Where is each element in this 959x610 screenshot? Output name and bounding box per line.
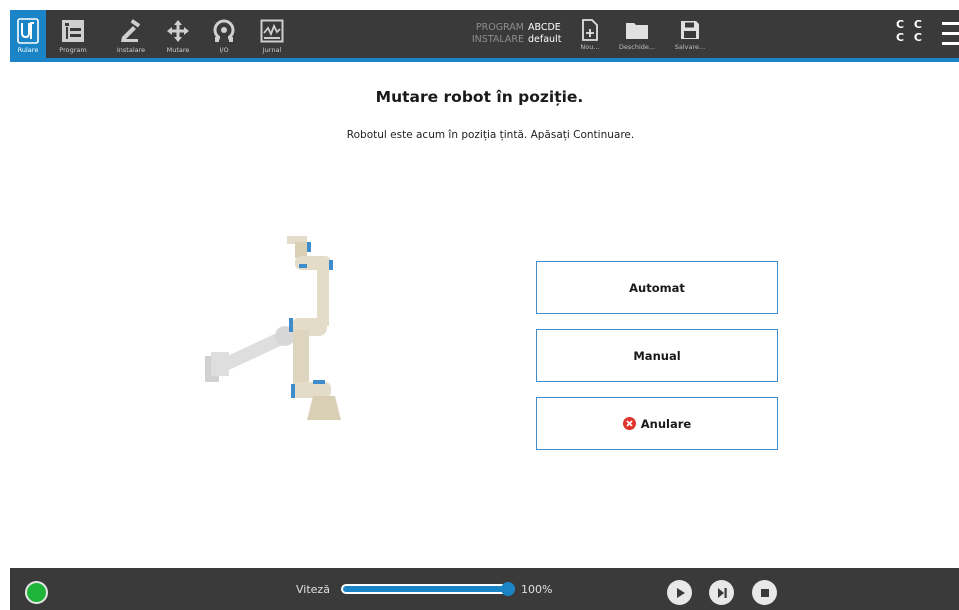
open-program-label: Deschide...: [618, 43, 656, 51]
nav-program[interactable]: Program: [50, 10, 96, 60]
nav-instalare[interactable]: Instalare: [110, 10, 152, 60]
nav-rulare-label: Rulare: [17, 46, 39, 54]
play-icon: [676, 587, 685, 598]
robot-arm-visualization: [195, 230, 355, 430]
robot-target-ghost: [205, 326, 295, 382]
cc-bottom-text: C C: [896, 31, 925, 44]
speed-slider-fill: [343, 586, 509, 592]
cc-indicator[interactable]: C C C C: [896, 18, 925, 44]
open-program-button[interactable]: Deschide...: [615, 10, 659, 60]
new-file-icon: [582, 16, 598, 44]
nav-jurnal-label: Jurnal: [262, 46, 282, 54]
stop-button[interactable]: [752, 580, 777, 605]
nav-io[interactable]: I/O: [206, 10, 242, 60]
nav-mutare[interactable]: Mutare: [158, 10, 198, 60]
nav-mutare-label: Mutare: [166, 46, 190, 54]
move-arrows-icon: [164, 14, 192, 48]
robot-status-icon[interactable]: [25, 581, 48, 604]
nav-instalare-label: Instalare: [116, 46, 146, 54]
new-program-label: Nou...: [580, 43, 600, 51]
nav-program-label: Program: [59, 46, 87, 54]
page-instruction: Robotul este acum în poziția țintă. Apăs…: [346, 129, 635, 141]
cancel-button[interactable]: Anulare: [536, 397, 778, 450]
io-icon: [210, 14, 238, 48]
speed-slider-knob[interactable]: [501, 582, 515, 596]
page-title: Mutare robot în poziție.: [375, 88, 584, 106]
ur-logo-icon: [14, 14, 42, 48]
bottom-bar: Viteză 100%: [10, 568, 959, 610]
nav-io-label: I/O: [219, 46, 229, 54]
speed-label: Viteză: [296, 583, 330, 596]
installation-name: default: [528, 34, 562, 45]
manual-move-button[interactable]: Manual: [536, 329, 778, 382]
nav-rulare[interactable]: Rulare: [10, 10, 46, 60]
program-icon: [59, 14, 87, 48]
top-bar-panel: Rulare Program Instalare Mutare I/O Jurn…: [10, 10, 959, 60]
top-bar: Rulare Program Instalare Mutare I/O Jurn…: [0, 0, 959, 62]
log-icon: [258, 14, 286, 48]
play-button[interactable]: [667, 580, 692, 605]
nav-jurnal[interactable]: Jurnal: [252, 10, 292, 60]
speed-value: 100%: [521, 583, 553, 596]
save-program-label: Salvare...: [674, 43, 706, 51]
step-icon: [717, 587, 727, 598]
cc-top-text: C C: [896, 18, 925, 31]
automatic-move-label: Automat: [629, 280, 685, 295]
save-icon: [680, 16, 700, 44]
speed-slider[interactable]: [341, 582, 515, 596]
stop-icon: [760, 588, 769, 597]
installation-key: INSTALARE: [471, 34, 524, 45]
folder-icon: [625, 16, 649, 44]
robot-arm: [287, 236, 341, 420]
cancel-x-icon: [622, 417, 636, 430]
program-name: ABCDE: [528, 22, 561, 33]
automatic-move-button[interactable]: Automat: [536, 261, 778, 314]
installation-icon: [117, 14, 145, 48]
save-program-button[interactable]: Salvare...: [670, 10, 710, 60]
top-bar-accent-line: [10, 58, 959, 62]
new-program-button[interactable]: Nou...: [575, 10, 605, 60]
manual-move-label: Manual: [633, 348, 681, 363]
program-key: PROGRAM: [475, 22, 524, 33]
program-info: PROGRAM ABCDE INSTALARE default: [462, 22, 562, 46]
cancel-label: Anulare: [640, 416, 692, 431]
hamburger-menu-icon[interactable]: [942, 22, 959, 48]
step-button[interactable]: [709, 580, 734, 605]
